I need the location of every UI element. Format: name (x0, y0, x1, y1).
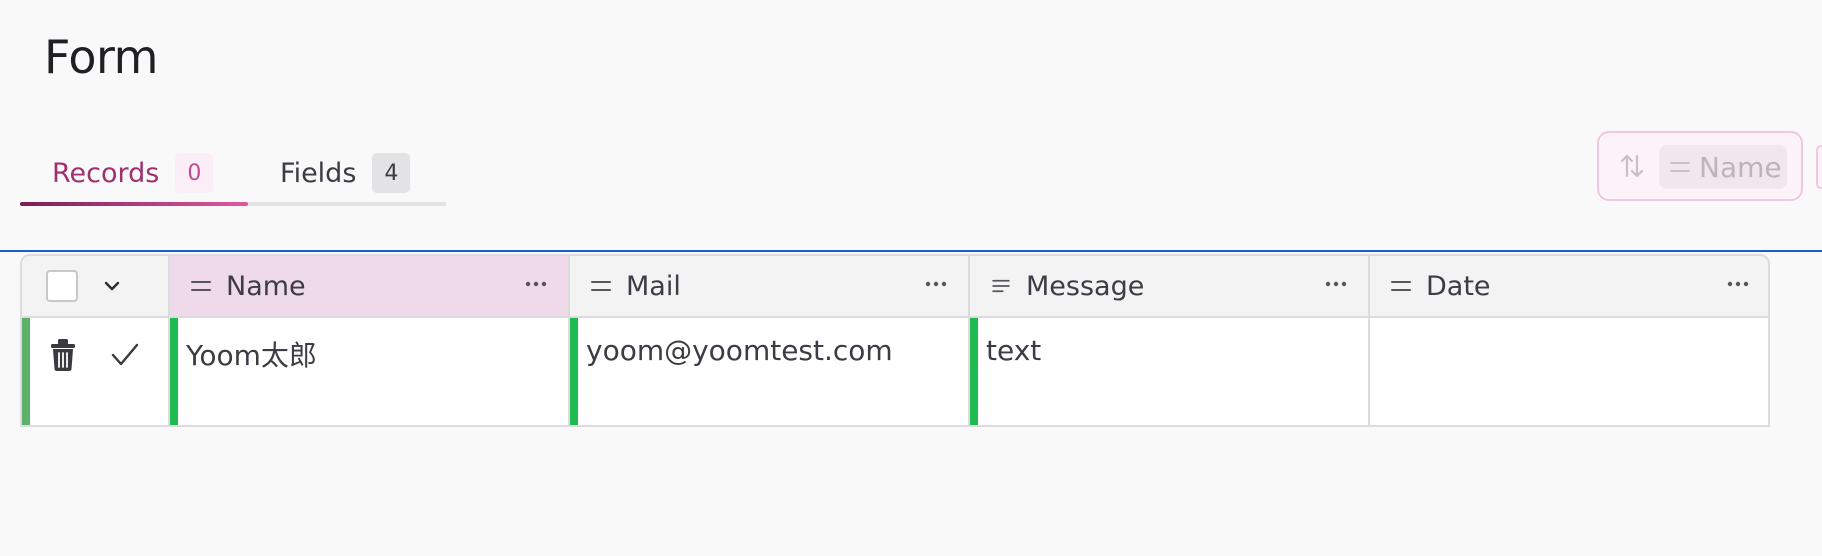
check-icon[interactable] (110, 342, 140, 368)
tab-records[interactable]: Records 0 (52, 144, 214, 202)
cell-value: Yoom太郎 (186, 339, 317, 372)
table-cell-name[interactable]: Yoom太郎 (170, 318, 570, 425)
select-column-header (22, 256, 170, 316)
text-lines-icon (992, 279, 1010, 293)
column-label: Mail (626, 270, 681, 302)
table-cell-message[interactable]: text (970, 318, 1370, 425)
row-status-strip (22, 318, 30, 425)
equals-lines-icon (1670, 162, 1690, 172)
table-cell-mail[interactable]: yoom@yoomtest.com (570, 318, 970, 425)
focus-line (0, 250, 1822, 252)
column-label: Name (226, 270, 306, 302)
equals-lines-icon (191, 281, 211, 291)
tab-records-count-badge: 0 (175, 153, 214, 193)
sort-button[interactable]: Name (1597, 131, 1803, 201)
records-table: Name Mail Message Date Yoom太郎 yoom@yoomt… (20, 254, 1770, 427)
cell-status-bar (170, 318, 178, 425)
column-label: Date (1426, 270, 1491, 302)
select-all-checkbox[interactable] (46, 270, 78, 302)
equals-lines-icon (1391, 281, 1411, 291)
more-horizontal-icon[interactable] (524, 280, 548, 288)
column-header-message[interactable]: Message (970, 256, 1370, 316)
table-header-row: Name Mail Message Date (22, 256, 1768, 318)
chevron-down-icon[interactable] (102, 276, 122, 296)
column-header-name[interactable]: Name (170, 256, 570, 316)
row-actions (22, 318, 170, 425)
sort-field-chip[interactable]: Name (1659, 145, 1787, 189)
sort-field-label: Name (1699, 150, 1782, 184)
tab-fields-count-badge: 4 (372, 153, 411, 193)
more-horizontal-icon[interactable] (1726, 280, 1750, 288)
cell-status-bar (570, 318, 578, 425)
trash-icon[interactable] (48, 338, 78, 372)
table-row: Yoom太郎 yoom@yoomtest.com text (22, 318, 1768, 425)
table-cell-date[interactable] (1370, 318, 1768, 425)
tab-fields[interactable]: Fields 4 (280, 144, 411, 202)
active-tab-indicator (20, 202, 248, 206)
more-horizontal-icon[interactable] (924, 280, 948, 288)
tab-records-label: Records (52, 157, 160, 189)
clipped-toolbar-button[interactable] (1816, 145, 1822, 189)
tab-fields-label: Fields (280, 157, 357, 189)
tab-bar: Records 0 Fields 4 (20, 140, 446, 206)
column-label: Message (1026, 270, 1145, 302)
cell-status-bar (970, 318, 978, 425)
sort-arrows-icon (1620, 154, 1644, 178)
equals-lines-icon (591, 281, 611, 291)
column-header-mail[interactable]: Mail (570, 256, 970, 316)
column-header-date[interactable]: Date (1370, 256, 1768, 316)
more-horizontal-icon[interactable] (1324, 280, 1348, 288)
cell-value: text (986, 334, 1042, 367)
page-title: Form (44, 30, 158, 84)
cell-value: yoom@yoomtest.com (586, 334, 893, 367)
